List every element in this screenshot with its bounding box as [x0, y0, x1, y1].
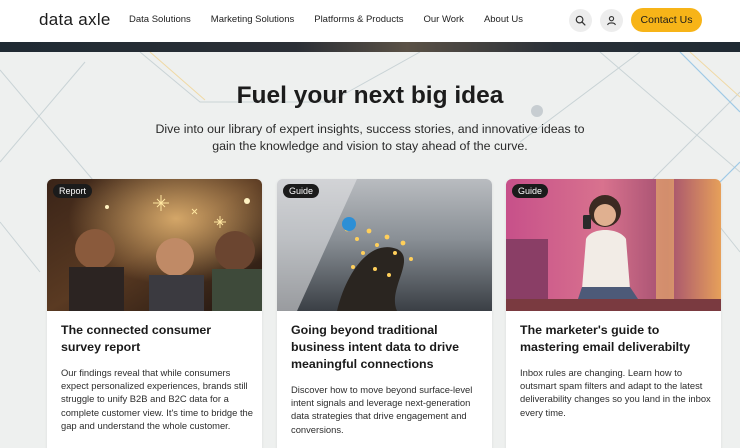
search-button[interactable]	[569, 9, 592, 32]
page-title: Fuel your next big idea	[236, 82, 504, 109]
contact-us-button[interactable]: Contact Us	[631, 8, 702, 32]
card-description: Discover how to move beyond surface-leve…	[291, 384, 473, 435]
nav-item-platforms-products[interactable]: Platforms & Products	[314, 14, 403, 25]
nav-item-about-us[interactable]: About Us	[484, 14, 523, 25]
resource-card-report[interactable]: Report The connected consumer survey rep…	[47, 179, 262, 448]
page-subtitle: Dive into our library of expert insights…	[155, 122, 585, 153]
user-icon	[607, 16, 616, 26]
card-title[interactable]: Going beyond traditional business intent…	[291, 322, 481, 373]
resource-card-intent-data[interactable]: Guide Going beyond traditional business …	[277, 179, 492, 448]
account-button[interactable]	[600, 9, 623, 32]
search-icon	[575, 15, 586, 26]
card-description: Our findings reveal that while consumers…	[61, 367, 253, 431]
card-tag: Guide	[283, 184, 320, 198]
logo-word-axle: axle	[78, 10, 111, 29]
card-image-woman-phone	[506, 179, 721, 311]
top-navigation: data axle Data Solutions Marketing Solut…	[0, 0, 740, 42]
card-description: Inbox rules are changing. Learn how to o…	[520, 367, 711, 418]
logo-word-data: data	[39, 10, 74, 29]
nav-links: Data Solutions Marketing Solutions Platf…	[129, 14, 523, 25]
card-title[interactable]: The connected consumer survey report	[61, 322, 251, 356]
nav-item-our-work[interactable]: Our Work	[423, 14, 463, 25]
resource-card-email-deliverability[interactable]: Guide The marketer's guide to mastering …	[506, 179, 721, 448]
logo[interactable]: data axle	[39, 10, 111, 30]
card-tag: Guide	[512, 184, 549, 198]
nav-item-marketing-solutions[interactable]: Marketing Solutions	[211, 14, 294, 25]
card-image-sparklers	[47, 179, 262, 311]
card-image-lights-hand	[277, 179, 492, 311]
card-title[interactable]: The marketer's guide to mastering email …	[520, 322, 710, 356]
card-tag: Report	[53, 184, 93, 198]
nav-item-data-solutions[interactable]: Data Solutions	[129, 14, 191, 25]
hero-image-strip	[0, 42, 740, 52]
